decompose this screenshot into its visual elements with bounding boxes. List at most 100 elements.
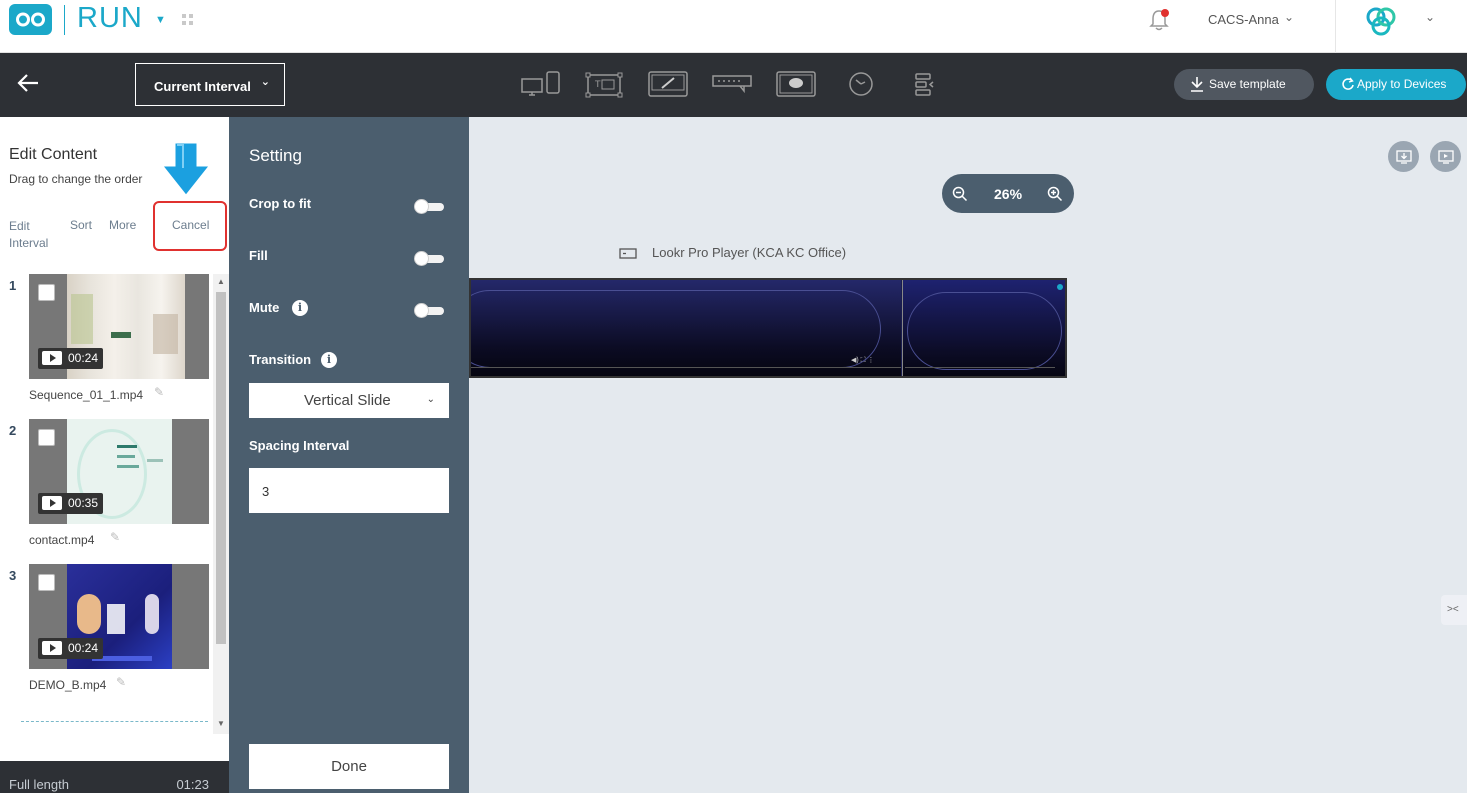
zone-marker [1057,284,1063,290]
save-template-label: Save template [1209,77,1286,91]
preview-screen-button[interactable] [1430,141,1461,172]
ticker-icon[interactable] [712,75,752,93]
done-button[interactable]: Done [249,744,449,789]
video-frame [907,292,1062,370]
chevron-down-icon: ⌄ [260,76,270,88]
crop-to-fit-toggle[interactable] [414,199,444,214]
transition-value: Vertical Slide [304,392,391,409]
mute-toggle[interactable] [414,303,444,318]
zoom-in-icon[interactable] [1047,186,1063,202]
apply-to-devices-button[interactable]: Apply to Devices [1326,69,1466,100]
back-arrow-icon[interactable] [16,73,40,93]
file-name: DEMO_B.mp4 [29,678,107,692]
logo-separator [64,5,65,35]
play-icon [42,351,62,365]
align-icon[interactable] [913,71,937,97]
content-thumbnail[interactable]: 00:35 [29,419,209,524]
text-grid-icon[interactable]: T [585,72,623,98]
item-number: 3 [9,568,17,583]
brand-logo-icon[interactable] [1361,4,1401,40]
user-name[interactable]: CACS-Anna [1208,12,1279,27]
fill-toggle[interactable] [414,251,444,266]
crop-to-fit-label: Crop to fit [249,196,312,211]
pencil-icon[interactable]: ✎ [154,385,164,399]
side-panel-toggle-icon[interactable]: >< [1441,595,1467,625]
full-length-label: Full length [9,777,69,792]
spacing-interval-label: Spacing Interval [249,438,350,453]
edit-content-panel: Edit Content Drag to change the order Ed… [0,117,229,793]
app-logo[interactable] [9,4,52,35]
item-checkbox[interactable] [38,429,55,446]
more-link[interactable]: More [109,218,136,232]
toggle-knob [414,199,429,214]
video-progress [471,367,901,368]
message-screen-icon[interactable] [776,71,816,97]
zoom-out-icon[interactable] [952,186,968,202]
item-checkbox[interactable] [38,574,55,591]
duration-text: 00:24 [68,351,99,365]
edit-interval-link[interactable]: Edit Interval [9,218,48,252]
item-number: 2 [9,423,17,438]
item-checkbox[interactable] [38,284,55,301]
infinity-icon [16,12,45,27]
svg-text:T: T [594,80,601,90]
top-bar: RUN ▼ CACS-Anna ⌄ ⌄ [0,0,1467,53]
video-progress [905,367,1055,368]
transition-select[interactable]: Vertical Slide ⌄ [249,383,449,418]
chevron-down-icon[interactable]: ⌄ [1425,10,1435,24]
item-number: 1 [9,278,17,293]
zoom-level: 26% [994,186,1023,202]
chevron-down-icon[interactable]: ⌄ [1284,10,1294,24]
app-title[interactable]: RUN [77,2,143,35]
video-controls-icon: ◀) ⛶ ⋮ [851,357,875,364]
scrollbar-thumb[interactable] [216,292,226,644]
settings-panel: Setting Crop to fit Fill Mute i Transiti… [229,117,469,793]
content-thumbnail[interactable]: 00:24 [29,274,209,379]
cancel-highlight-box [153,201,227,251]
video-zone-main[interactable]: ◀) ⛶ ⋮ [471,280,901,376]
scroll-down-icon[interactable]: ▼ [217,719,225,728]
scroll-up-icon[interactable]: ▲ [217,277,225,286]
apps-grid-icon[interactable] [182,14,194,26]
save-template-button[interactable]: Save template [1174,69,1314,100]
download-screen-button[interactable] [1388,141,1419,172]
fill-label: Fill [249,248,268,263]
spacing-interval-input[interactable]: 3 [249,468,449,513]
zoom-control: 26% [942,174,1074,213]
video-frame [471,290,881,368]
sort-link[interactable]: Sort [70,218,92,232]
settings-title: Setting [249,146,302,165]
video-zone-side[interactable] [902,280,1065,376]
screen-preview[interactable]: ◀) ⛶ ⋮ [469,278,1067,378]
notification-dot [1161,9,1169,17]
app-switch-caret-icon[interactable]: ▼ [155,14,166,26]
content-thumbnail[interactable]: 00:24 [29,564,209,669]
apply-to-devices-label: Apply to Devices [1357,77,1447,91]
toggle-knob [414,251,429,266]
download-screen-icon [1396,150,1412,164]
display-icon [619,248,637,259]
duration-text: 00:35 [68,496,99,510]
panel-title: Edit Content [9,146,98,163]
duration-text: 00:24 [68,641,99,655]
toggle-knob [414,303,429,318]
pencil-icon[interactable]: ✎ [110,530,120,544]
interval-select[interactable]: Current Interval ⌄ [135,63,285,106]
down-arrow-annotation-icon [161,142,211,196]
drop-zone[interactable] [21,721,208,741]
info-icon[interactable]: i [321,352,337,368]
list-scrollbar[interactable]: ▲ ▼ [213,274,229,734]
duration-badge: 00:24 [38,348,104,369]
duration-badge: 00:24 [38,638,104,659]
duration-badge: 00:35 [38,493,104,514]
transition-label: Transition [249,352,312,367]
pencil-icon[interactable]: ✎ [116,675,126,689]
preview-screen-icon [1438,150,1454,164]
play-icon [42,641,62,655]
player-name: Lookr Pro Player (KCA KC Office) [652,245,847,260]
interval-select-label: Current Interval [154,79,251,94]
info-icon[interactable]: i [292,300,308,316]
clock-icon[interactable] [848,71,874,97]
edit-screen-icon[interactable] [648,71,688,97]
multi-screen-icon[interactable] [521,71,561,97]
